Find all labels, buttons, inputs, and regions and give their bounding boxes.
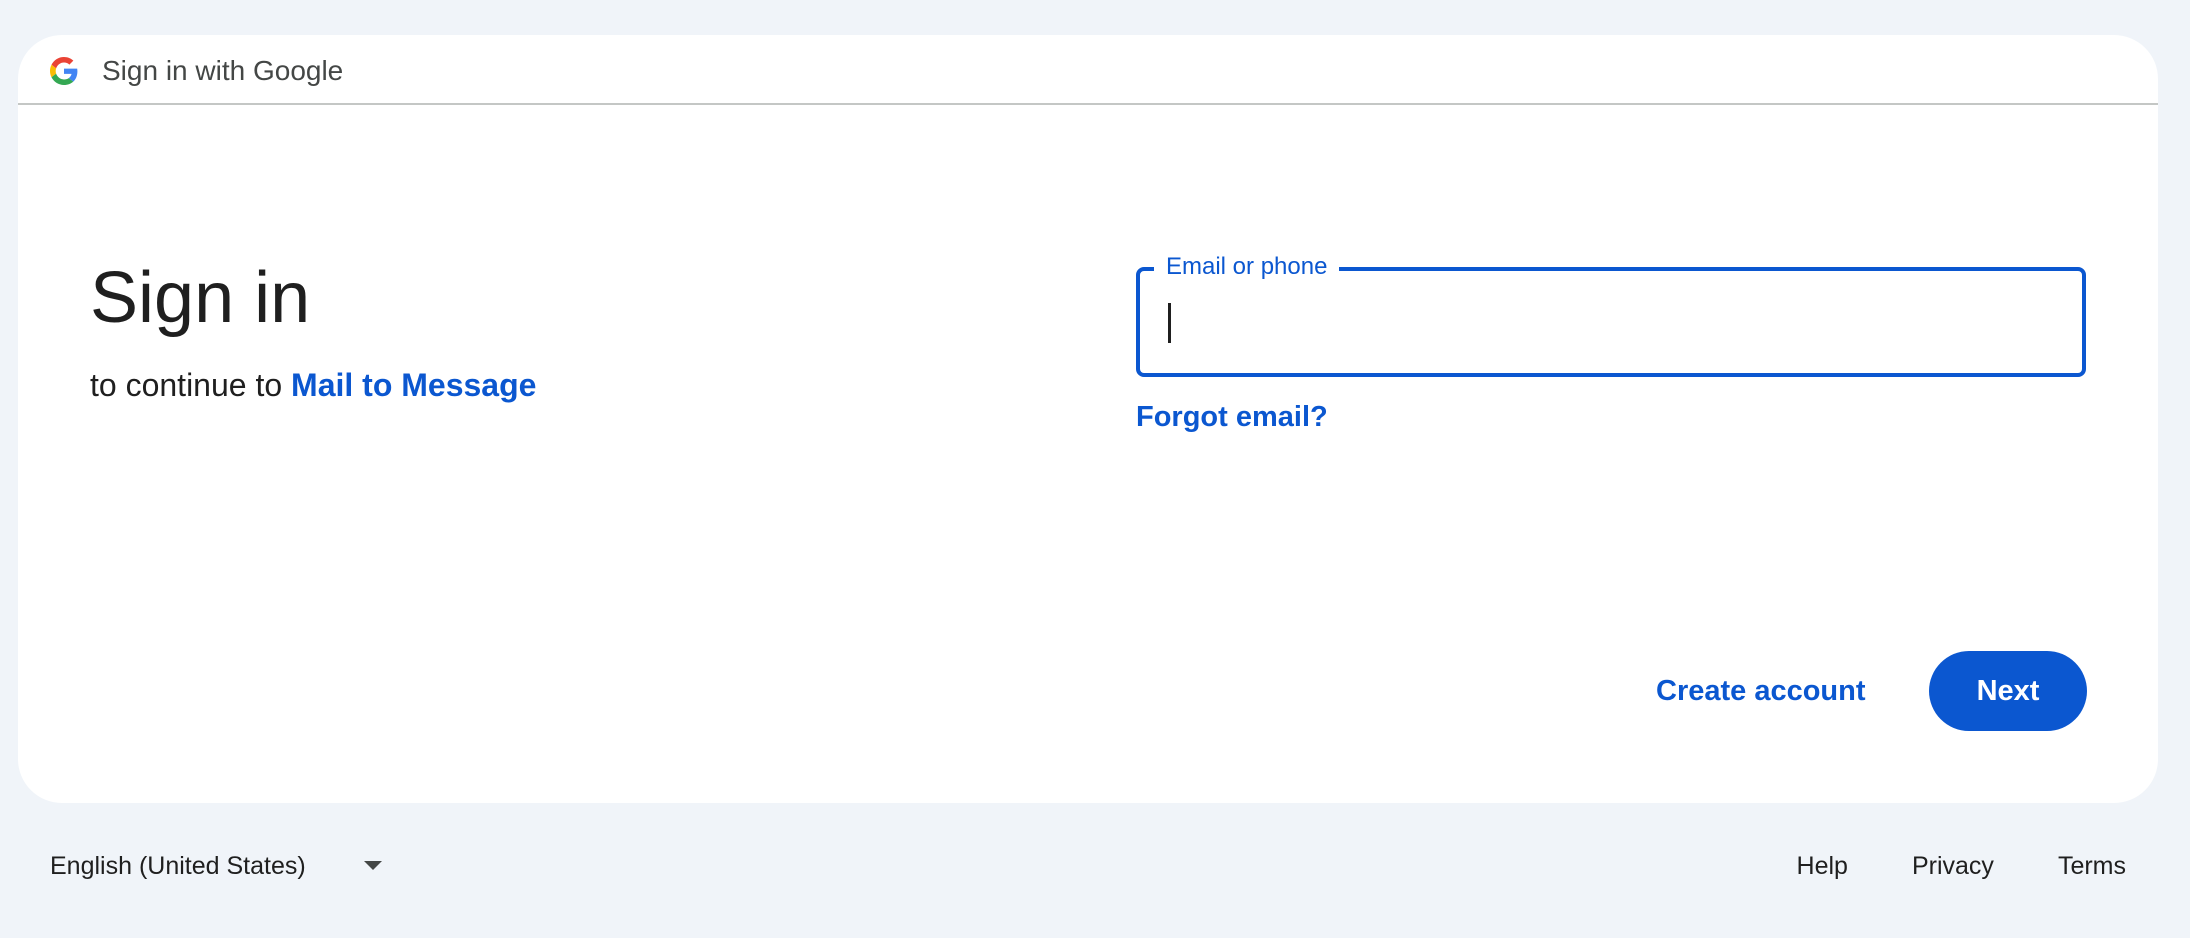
- google-g-icon: [50, 57, 78, 85]
- email-field-container[interactable]: Email or phone: [1136, 251, 2086, 377]
- signin-heading-block: Sign in to continue to Mail to Message: [90, 255, 536, 403]
- page-title: Sign in: [90, 258, 311, 338]
- subtitle: to continue to Mail to Message: [90, 365, 536, 405]
- subtitle-prefix: to continue to: [90, 367, 283, 403]
- email-field-label: Email or phone: [1154, 251, 1340, 283]
- help-link[interactable]: Help: [1797, 850, 1848, 882]
- next-button[interactable]: Next: [1929, 651, 2087, 731]
- create-account-button[interactable]: Create account: [1628, 651, 1894, 731]
- language-selector[interactable]: English (United States): [50, 850, 306, 882]
- footer-links: Help Privacy Terms: [1797, 850, 2126, 882]
- app-name-link[interactable]: Mail to Message: [291, 367, 536, 403]
- terms-link[interactable]: Terms: [2058, 850, 2126, 882]
- privacy-link[interactable]: Privacy: [1912, 850, 1994, 882]
- dropdown-arrow-icon[interactable]: [364, 861, 382, 870]
- header-title: Sign in with Google: [102, 55, 344, 86]
- email-field[interactable]: [1162, 295, 2046, 351]
- signin-card: Sign in with Google Sign in to continue …: [18, 35, 2158, 803]
- forgot-email-link[interactable]: Forgot email?: [1136, 399, 1328, 435]
- text-caret: [1168, 303, 1171, 343]
- card-header: Sign in with Google: [18, 35, 2158, 105]
